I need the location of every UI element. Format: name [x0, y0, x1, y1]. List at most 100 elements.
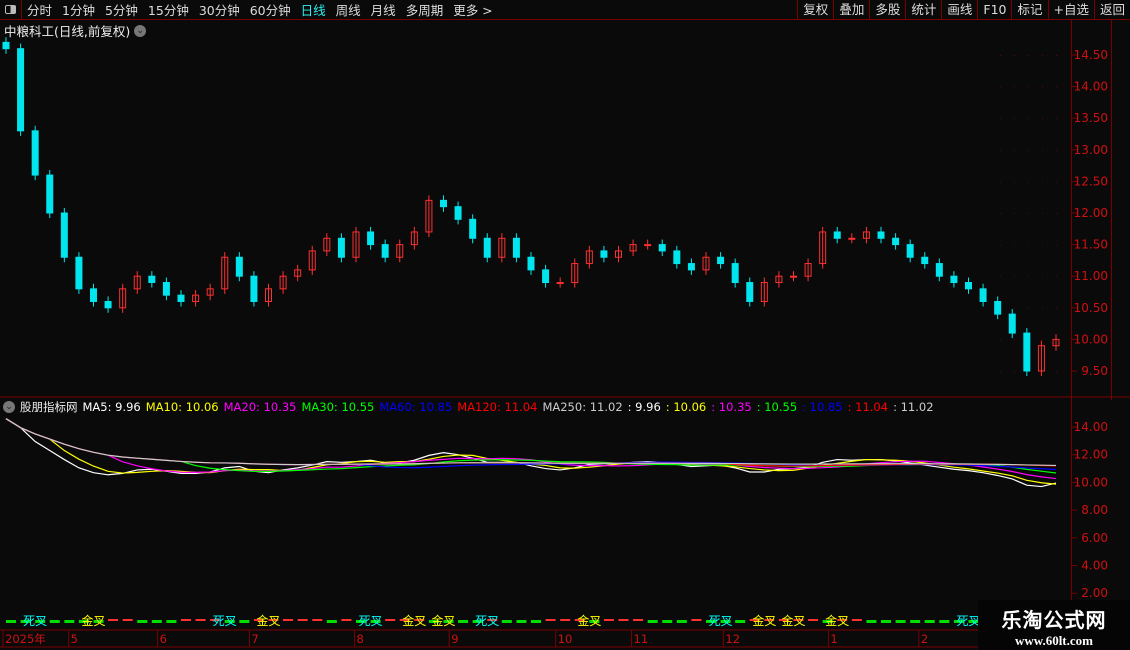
grid-dot	[1028, 149, 1029, 151]
candle-body	[921, 256, 929, 265]
indicator-tick-label: 10.00	[1074, 475, 1108, 489]
grid-dot	[1014, 371, 1015, 372]
candle-body	[790, 275, 797, 278]
grid-dot	[1014, 339, 1015, 341]
signal-label: 金叉	[752, 613, 776, 628]
signal-bar	[297, 619, 308, 621]
signal-bar	[895, 620, 906, 623]
watermark-url: www.60lt.com	[1015, 633, 1093, 648]
price-tick-label: 13.50	[1074, 111, 1108, 125]
ma-value: : 9.96	[627, 400, 661, 414]
grid-dot	[1028, 118, 1029, 120]
grid-dot	[1042, 339, 1043, 341]
price-tick-label: 13.00	[1074, 143, 1108, 157]
grid-dot	[1028, 181, 1029, 183]
month-label: 10	[558, 632, 573, 646]
month-label: 12	[725, 632, 740, 646]
grid-dot	[1056, 244, 1057, 246]
indicator-tick-label: 4.00	[1081, 559, 1108, 573]
signal-bar	[676, 620, 687, 623]
price-tick-label: 12.50	[1074, 174, 1108, 188]
candle-body	[381, 244, 389, 258]
grid-dot	[1028, 86, 1029, 88]
candle-body	[658, 244, 666, 252]
grid-dot	[1014, 55, 1015, 56]
price-tick-label: 10.00	[1074, 332, 1108, 346]
signal-bar	[458, 620, 469, 623]
indicator-name: 股朋指标网	[20, 400, 78, 414]
candle-body	[60, 212, 68, 258]
chevron-down-icon[interactable]: ⌄	[3, 401, 15, 413]
candle-body	[906, 244, 914, 258]
price-tick-label: 9.50	[1081, 364, 1108, 378]
indicator-tick-label: 6.00	[1081, 531, 1108, 545]
ma-line	[5, 418, 1057, 467]
signal-label: 金叉	[825, 613, 849, 628]
signal-bar	[881, 620, 891, 623]
signal-bar	[662, 620, 673, 623]
grid-dot	[1028, 244, 1029, 246]
price-tick-label: 12.00	[1074, 206, 1108, 220]
candle-body	[673, 250, 681, 265]
signal-bar	[618, 619, 629, 621]
month-label: 2	[921, 632, 928, 646]
candle-body	[717, 256, 725, 265]
grid-dot	[1042, 118, 1043, 120]
candle-body	[687, 263, 695, 271]
grid-dot	[1042, 307, 1043, 309]
month-label: 2025年	[5, 632, 46, 646]
candle-body	[1023, 332, 1031, 372]
indicator-tick-label: 12.00	[1074, 448, 1108, 462]
candle-body	[483, 237, 491, 258]
ma-line	[5, 418, 1057, 467]
price-tick-label: 10.50	[1074, 301, 1108, 315]
month-label: 9	[451, 632, 458, 646]
signal-label: 死叉	[23, 614, 47, 628]
month-label: 6	[160, 632, 167, 646]
grid-dot	[1000, 86, 1001, 88]
signal-bar	[691, 619, 702, 621]
grid-dot	[1056, 276, 1057, 278]
price-tick-label: 11.50	[1074, 238, 1108, 252]
signal-bar	[239, 620, 250, 623]
grid-dot	[1000, 339, 1001, 341]
signal-label: 金叉	[81, 613, 105, 628]
ma-value: MA60: 10.85	[379, 400, 453, 414]
signal-bar	[326, 620, 337, 623]
grid-dot	[1042, 149, 1043, 151]
grid-dot	[1000, 276, 1001, 278]
signal-label: 死叉	[956, 614, 980, 628]
ma-value: MA250: 11.02	[542, 400, 623, 414]
grid-dot	[1028, 307, 1029, 309]
price-tick-label: 14.50	[1074, 48, 1108, 62]
signal-bar	[49, 620, 60, 623]
signal-bar	[122, 619, 133, 621]
signal-bar	[64, 620, 75, 623]
candle-body	[1008, 313, 1016, 334]
signal-bar	[501, 620, 512, 623]
candle-body	[2, 41, 10, 50]
ma-value: MA20: 10.35	[223, 400, 297, 414]
candle-body	[644, 244, 652, 247]
grid-dot	[1042, 276, 1043, 278]
ma-value: MA10: 10.06	[145, 400, 219, 414]
candle-body	[46, 174, 54, 214]
signal-bar	[560, 619, 571, 621]
grid-dot	[1028, 55, 1029, 56]
chart-canvas: 14.5014.0013.5013.0012.5012.0011.5011.00…	[0, 37, 1130, 648]
grid-dot	[1000, 371, 1001, 372]
grid-dot	[1000, 55, 1001, 56]
signal-bar	[633, 619, 644, 621]
candle-body	[454, 206, 462, 220]
signal-bar	[647, 620, 658, 623]
indicator-tick-label: 2.00	[1081, 586, 1108, 600]
signal-bar	[851, 619, 862, 621]
candle-body	[527, 256, 535, 271]
ma-value: : 10.35	[711, 400, 752, 414]
ma-line	[5, 418, 1057, 480]
candle-body	[600, 250, 608, 258]
ma-value: MA5: 9.96	[82, 400, 141, 414]
signal-bar	[283, 619, 294, 621]
grid-dot	[1056, 86, 1057, 88]
signal-bar	[735, 620, 746, 623]
